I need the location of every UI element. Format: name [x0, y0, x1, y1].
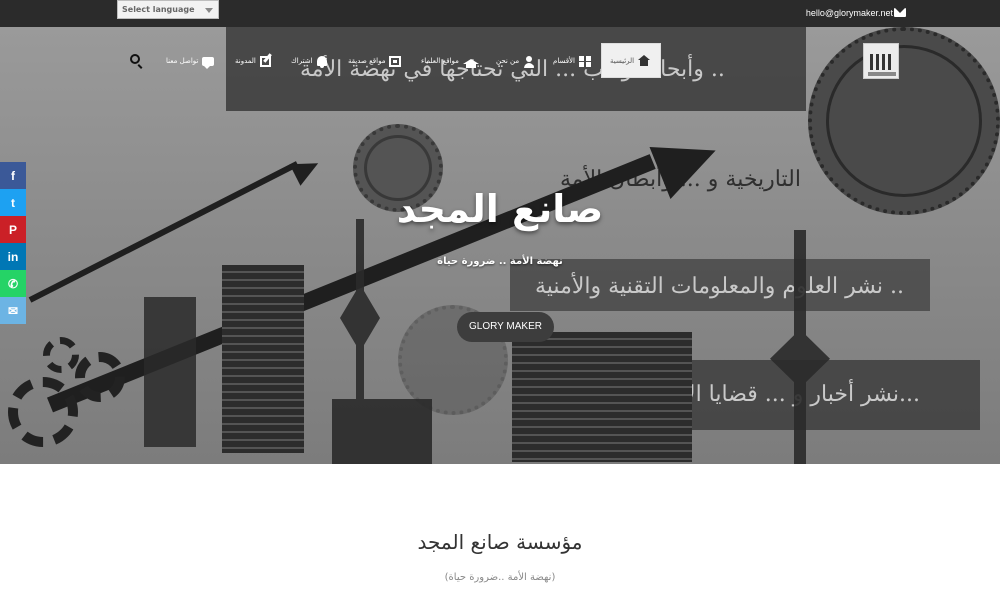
contact-email[interactable]: hello@glorymaker.net — [806, 8, 893, 18]
grid-icon — [579, 55, 591, 67]
newspaper-icon — [389, 55, 402, 67]
language-select-label: Select language — [122, 5, 195, 14]
nav-item-sections[interactable]: الأقسام — [553, 43, 591, 79]
facebook-icon: f — [11, 168, 15, 183]
linkedin-share-button[interactable]: in — [0, 243, 26, 270]
bar-image — [144, 297, 196, 447]
section-title: مؤسسة صانع المجد — [417, 530, 583, 554]
nav-item-friend-sites[interactable]: مواقع صديقة — [348, 43, 402, 79]
graduation-cap-icon — [462, 58, 479, 68]
nav-item-label: اشتراك — [291, 57, 313, 65]
hero-title: صانع المجد — [396, 187, 604, 231]
background-text-3: نشر العلوم والمعلومات التقنية والأمنية .… — [535, 274, 904, 299]
search-icon[interactable] — [130, 54, 140, 64]
email-icon: ✉ — [7, 303, 19, 318]
bell-icon — [316, 56, 327, 68]
nav-item-label: الرئيسية — [610, 56, 635, 65]
nav-item-label: مواقع العلماء — [421, 57, 459, 65]
twitter-icon: t — [11, 195, 15, 210]
chat-icon — [202, 56, 215, 69]
section-subtitle: (نهضة الأمة ..ضرورة حياة) — [444, 572, 556, 583]
nav-item-label: الأقسام — [553, 57, 575, 65]
gear-image — [43, 337, 79, 373]
nav-item-scholars-sites[interactable]: مواقع العلماء — [421, 43, 479, 79]
home-icon — [638, 55, 651, 66]
edit-icon — [259, 55, 271, 67]
social-share-bar: f t P in ✆ ✉ — [0, 162, 26, 324]
book-stack-image — [512, 332, 692, 462]
nav-item-home[interactable]: الرئيسية — [601, 43, 661, 78]
nav-item-blog[interactable]: المدونة — [235, 43, 271, 79]
nav-item-contact[interactable]: تواصل معنا — [166, 43, 215, 79]
top-bar: Select language hello@glorymaker.net — [0, 0, 1000, 27]
whatsapp-share-button[interactable]: ✆ — [0, 270, 26, 297]
hero-banner: وأبحاث وكتب ... التي تحتاجها في نهضة الأ… — [0, 27, 1000, 464]
logo-caption — [868, 72, 896, 76]
rifle-image — [340, 219, 380, 399]
nav-item-subscribe[interactable]: اشتراك — [291, 43, 327, 79]
site-logo[interactable] — [863, 43, 899, 79]
nav-item-about[interactable]: من نحن — [496, 43, 535, 79]
user-icon — [523, 55, 535, 68]
chevron-down-icon — [205, 8, 213, 13]
nav-item-label: تواصل معنا — [166, 57, 199, 65]
pinterest-icon: P — [8, 222, 17, 237]
nav-item-label: المدونة — [235, 57, 256, 65]
logo-bars-icon — [870, 54, 894, 70]
nav-item-label: مواقع صديقة — [348, 57, 386, 65]
facebook-share-button[interactable]: f — [0, 162, 26, 189]
pinterest-share-button[interactable]: P — [0, 216, 26, 243]
gear-image — [8, 377, 78, 447]
email-share-button[interactable]: ✉ — [0, 297, 26, 324]
growth-arrow-secondary-head — [289, 152, 324, 186]
hero-subtitle: نهضة الأمة .. ضرورة حياة — [437, 256, 563, 267]
whatsapp-icon: ✆ — [7, 276, 19, 291]
language-select[interactable]: Select language — [117, 0, 219, 19]
envelope-icon — [894, 8, 906, 17]
linkedin-icon: in — [7, 249, 19, 264]
nav-item-label: من نحن — [496, 57, 520, 65]
book-stack-image — [222, 265, 304, 453]
block-image — [332, 399, 432, 464]
gear-image — [75, 352, 125, 402]
glory-maker-button[interactable]: GLORY MAKER — [457, 312, 554, 342]
twitter-share-button[interactable]: t — [0, 189, 26, 216]
